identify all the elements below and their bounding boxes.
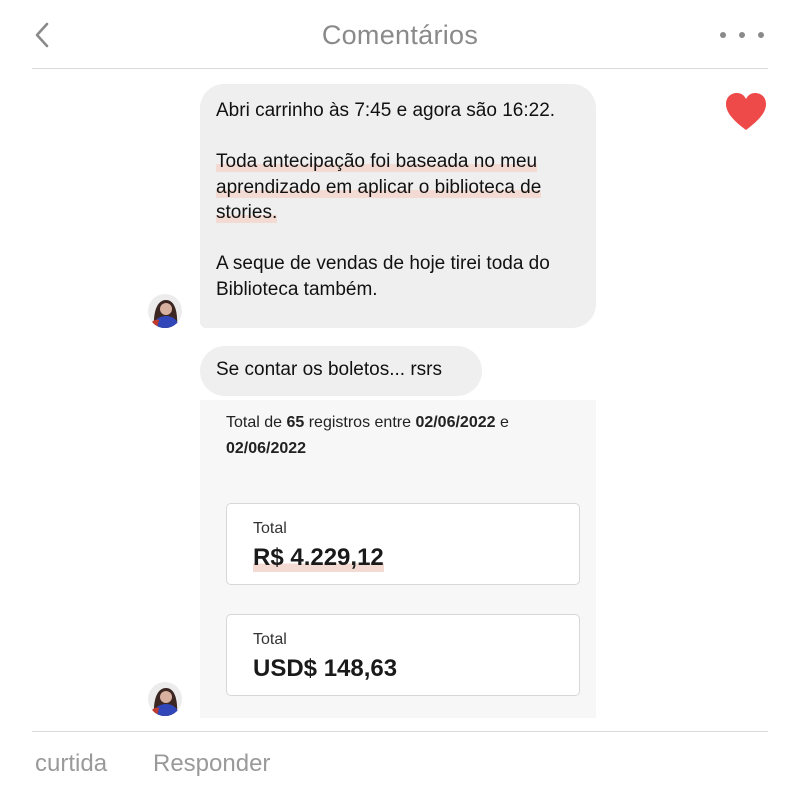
header-bar: Comentários: [0, 0, 800, 68]
comment-message-bubble: Se contar os boletos... rsrs: [200, 346, 482, 396]
message-line: aprendizado em aplicar o biblioteca de: [216, 176, 542, 198]
avatar[interactable]: [148, 682, 182, 716]
footer-divider: [32, 731, 768, 732]
avatar[interactable]: [148, 294, 182, 328]
message-line: Toda antecipação foi baseada no meu: [216, 151, 538, 172]
card-label: Total: [253, 631, 287, 648]
message-line: Abri carrinho às 7:45 e agora são 16:22.: [216, 100, 556, 121]
comment-message-bubble: Abri carrinho às 7:45 e agora são 16:22.…: [200, 84, 596, 328]
message-line: A seque de vendas de hoje tirei toda do: [216, 253, 550, 274]
total-brl-card: Total R$ 4.229,12: [226, 503, 580, 585]
more-horizontal-icon: [720, 32, 726, 38]
card-label: Total: [253, 520, 287, 537]
total-brl-value: R$ 4.229,12: [253, 544, 384, 572]
page-title: Comentários: [321, 20, 479, 50]
attached-image[interactable]: Total de 65 registros entre 02/06/2022 e…: [200, 400, 596, 718]
reply-button[interactable]: Responder: [153, 750, 270, 778]
header-divider: [32, 68, 768, 69]
more-options-button[interactable]: [720, 26, 764, 44]
more-dot: [758, 32, 764, 38]
total-usd-card: Total USD$ 148,63: [226, 614, 580, 696]
message-line: Biblioteca também.: [216, 278, 378, 300]
likes-link[interactable]: curtida: [35, 750, 107, 778]
records-summary: Total de 65 registros entre 02/06/2022 e…: [226, 414, 509, 457]
message-line: stories.: [216, 202, 278, 223]
more-dot: [739, 32, 745, 38]
total-usd-value: USD$ 148,63: [253, 655, 398, 682]
heart-icon[interactable]: [724, 92, 768, 132]
